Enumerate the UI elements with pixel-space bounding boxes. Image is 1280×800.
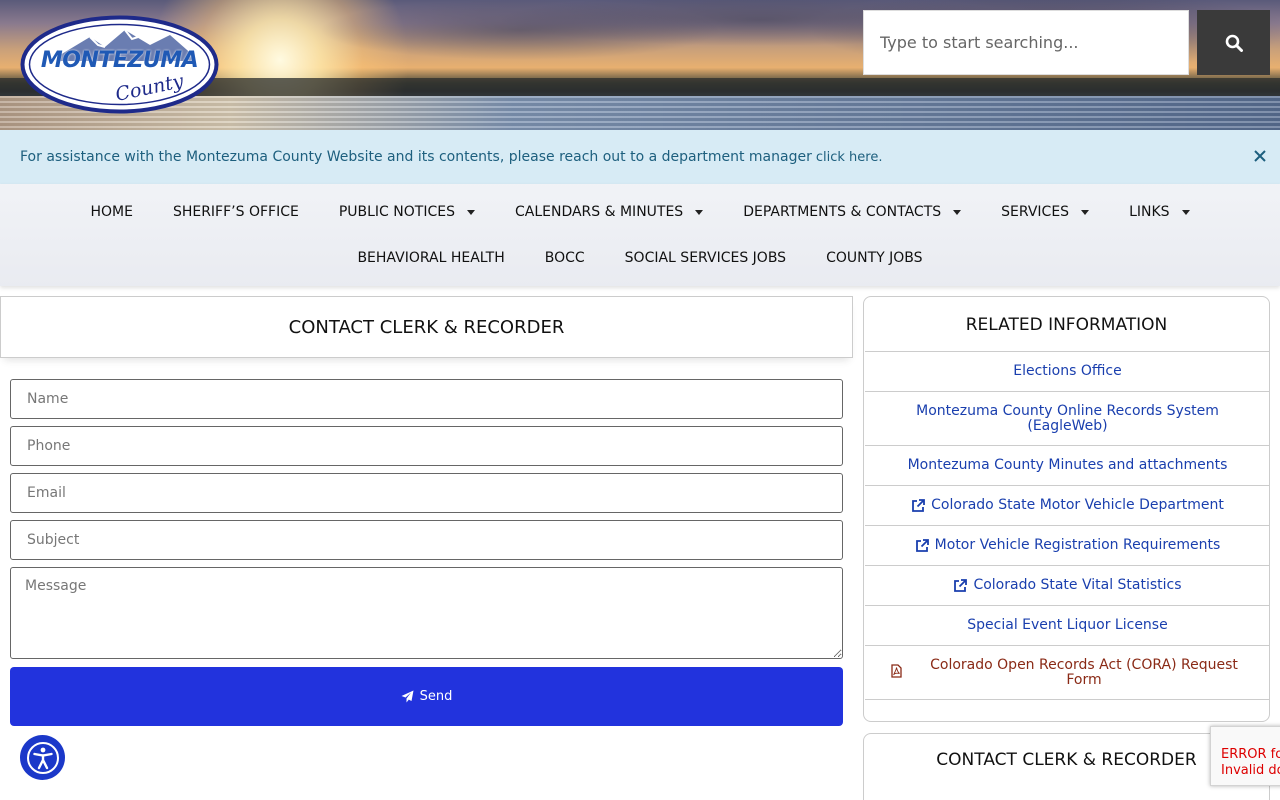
nav-row-primary: HOME SHERIFF’S OFFICE PUBLIC NOTICES CAL… (0, 189, 1280, 235)
notice-text: For assistance with the Montezuma County… (20, 149, 812, 165)
search-button[interactable] (1197, 10, 1270, 75)
nav-item-behavioral-health[interactable]: BEHAVIORAL HEALTH (337, 250, 524, 266)
contact-info-panel: CONTACT CLERK & RECORDER (863, 733, 1270, 800)
search-icon (1225, 34, 1243, 52)
site-header: MONTEZUMA County (0, 0, 1280, 130)
notice-link[interactable]: click here. (816, 150, 883, 165)
external-link-icon (915, 538, 929, 553)
chevron-down-icon (695, 209, 704, 215)
related-link-elections-office[interactable]: Elections Office (865, 351, 1270, 392)
recaptcha-error-line1: ERROR for (1221, 747, 1280, 762)
related-link-online-records[interactable]: Montezuma County Online Records System (… (865, 391, 1270, 446)
nav-item-public-notices[interactable]: PUBLIC NOTICES (319, 204, 495, 220)
contact-info-title: CONTACT CLERK & RECORDER (936, 750, 1197, 770)
chevron-down-icon (466, 209, 475, 215)
send-button[interactable]: Send (10, 667, 843, 726)
related-link-motor-vehicle-dept[interactable]: Colorado State Motor Vehicle Department (865, 485, 1270, 526)
send-label: Send (419, 689, 453, 704)
close-icon[interactable] (1254, 146, 1266, 167)
nav-item-departments-contacts[interactable]: DEPARTMENTS & CONTACTS (723, 204, 981, 220)
pdf-file-icon (891, 663, 902, 682)
nav-item-home[interactable]: HOME (70, 204, 152, 220)
nav-item-calendars-minutes[interactable]: CALENDARS & MINUTES (495, 204, 723, 220)
main-navigation: HOME SHERIFF’S OFFICE PUBLIC NOTICES CAL… (0, 184, 1280, 286)
related-information-panel: RELATED INFORMATION Elections Office Mon… (863, 296, 1270, 722)
subject-field[interactable] (10, 520, 843, 560)
external-link-icon (953, 578, 968, 593)
accessibility-icon (26, 741, 59, 774)
nav-item-links[interactable]: LINKS (1109, 204, 1209, 220)
search-input[interactable] (863, 10, 1189, 75)
accessibility-button[interactable] (20, 735, 65, 780)
nav-item-county-jobs[interactable]: COUNTY JOBS (806, 250, 942, 266)
name-field[interactable] (10, 379, 843, 419)
chevron-down-icon (1081, 209, 1090, 215)
related-link-registration-requirements[interactable]: Motor Vehicle Registration Requirements (865, 525, 1270, 566)
paper-plane-icon (401, 690, 414, 703)
chevron-down-icon (1181, 209, 1190, 215)
phone-field[interactable] (10, 426, 843, 466)
contact-form-title: CONTACT CLERK & RECORDER (0, 296, 853, 358)
logo-main-text: MONTEZUMA (40, 48, 199, 73)
related-link-cora-form[interactable]: Colorado Open Records Act (CORA) Request… (865, 645, 1270, 700)
nav-item-sheriffs-office[interactable]: SHERIFF’S OFFICE (153, 204, 319, 220)
external-link-icon (911, 498, 926, 513)
recaptcha-error-line2: Invalid do (1221, 763, 1280, 778)
related-link-liquor-license[interactable]: Special Event Liquor License (865, 605, 1270, 646)
message-field[interactable] (10, 567, 843, 659)
nav-item-social-services-jobs[interactable]: SOCIAL SERVICES JOBS (605, 250, 806, 266)
related-links-list: Elections Office Montezuma County Online… (865, 351, 1270, 700)
related-link-minutes[interactable]: Montezuma County Minutes and attachments (865, 445, 1270, 486)
nav-row-secondary: BEHAVIORAL HEALTH BOCC SOCIAL SERVICES J… (0, 235, 1280, 281)
assistance-notice: For assistance with the Montezuma County… (0, 130, 1280, 184)
email-field[interactable] (10, 473, 843, 513)
county-logo[interactable]: MONTEZUMA County (20, 15, 219, 114)
recaptcha-badge[interactable]: ERROR for Invalid do (1210, 726, 1280, 786)
chevron-down-icon (953, 209, 962, 215)
nav-item-services[interactable]: SERVICES (981, 204, 1109, 220)
related-information-title: RELATED INFORMATION (965, 314, 1168, 335)
related-link-vital-statistics[interactable]: Colorado State Vital Statistics (865, 565, 1270, 606)
nav-item-bocc[interactable]: BOCC (525, 250, 605, 266)
